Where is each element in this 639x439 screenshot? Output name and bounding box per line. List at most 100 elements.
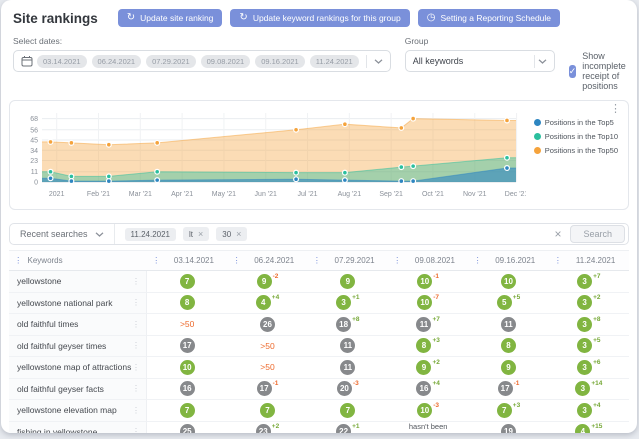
- position-over-50: >50: [260, 341, 274, 351]
- svg-text:Aug '21: Aug '21: [338, 191, 362, 198]
- position-change: +2: [432, 359, 439, 366]
- keyword-label: yellowstone national park: [17, 298, 112, 308]
- group-select[interactable]: All keywords: [405, 50, 555, 72]
- legend-label: Positions in the Top50: [545, 146, 618, 155]
- date-chip[interactable]: 09.16.2021: [255, 55, 305, 68]
- chevron-down-icon: [95, 232, 104, 237]
- rankings-table: ⋮Keywords⋮03.14.2021⋮06.24.2021⋮07.29.20…: [9, 250, 629, 433]
- row-menu-kebab-icon[interactable]: ⋮: [132, 363, 140, 372]
- date-chip[interactable]: 11.24.2021: [310, 55, 359, 68]
- table-row: yellowstone national park⋮84+43+110-75+5…: [9, 293, 629, 315]
- position-badge: 5: [497, 295, 512, 310]
- column-header-date[interactable]: ⋮07.29.2021: [308, 250, 388, 271]
- position-badge: 8: [501, 338, 516, 353]
- row-menu-kebab-icon[interactable]: ⋮: [132, 277, 140, 286]
- svg-text:Mar '21: Mar '21: [129, 191, 152, 198]
- search-chip[interactable]: 11.24.2021: [125, 228, 176, 241]
- table-row: yellowstone⋮79-2910-1103+7: [9, 271, 629, 293]
- positions-chart-panel: 01123344556682021Feb '21Mar '21Apr '21Ma…: [9, 100, 629, 210]
- position-change: +14: [591, 380, 602, 387]
- reporting-schedule-button[interactable]: ◷ Setting a Reporting Schedule: [418, 9, 560, 27]
- button-label: Update keyword rankings for this group: [253, 13, 401, 23]
- update-site-ranking-button[interactable]: ↻ Update site ranking: [118, 9, 223, 27]
- search-button[interactable]: Search: [570, 225, 625, 243]
- position-badge: 16: [180, 381, 195, 396]
- date-selector[interactable]: 03.14.2021 06.24.2021 07.29.2021 09.08.2021…: [13, 50, 391, 72]
- search-chip[interactable]: lt×: [183, 227, 209, 241]
- column-menu-kebab-icon[interactable]: ⋮: [232, 255, 241, 266]
- date-chip[interactable]: 03.14.2021: [37, 55, 87, 68]
- rank-cell: 3+1: [308, 293, 388, 315]
- remove-chip-icon[interactable]: ×: [236, 229, 241, 239]
- incomplete-positions-checkbox[interactable]: ✓ Show incomplete receipt of positions: [569, 51, 632, 91]
- column-header-label: 09.08.2021: [407, 256, 464, 265]
- column-header-keywords[interactable]: ⋮Keywords: [9, 250, 147, 271]
- svg-text:Jun '21: Jun '21: [255, 191, 277, 198]
- row-menu-kebab-icon[interactable]: ⋮: [132, 341, 140, 350]
- svg-text:May '21: May '21: [212, 191, 236, 198]
- position-badge: 23: [256, 424, 271, 433]
- recent-searches-dropdown[interactable]: Recent searches: [10, 224, 115, 244]
- position-badge: 25: [180, 424, 195, 433]
- column-header-date[interactable]: ⋮ 06.24.2021: [227, 250, 307, 271]
- rank-cell: 9: [468, 357, 548, 379]
- column-menu-kebab-icon[interactable]: ⋮: [14, 255, 23, 266]
- legend-label: Positions in the Top5: [545, 118, 614, 127]
- chevron-down-icon[interactable]: [374, 59, 383, 64]
- column-header-label: 03.14.2021: [166, 256, 223, 265]
- column-header-date[interactable]: ⋮09.16.2021: [468, 250, 548, 271]
- position-change: -3: [353, 380, 359, 387]
- position-badge: 10: [501, 274, 516, 289]
- position-badge: 7: [180, 274, 195, 289]
- svg-text:Oct '21: Oct '21: [422, 191, 444, 198]
- legend-item[interactable]: Positions in the Top10: [534, 132, 618, 141]
- row-menu-kebab-icon[interactable]: ⋮: [132, 406, 140, 415]
- rank-cell: 9+2: [388, 357, 468, 379]
- checkbox-checked-icon: ✓: [569, 65, 577, 78]
- rank-cell: 26: [227, 314, 307, 336]
- legend-item[interactable]: Positions in the Top5: [534, 118, 618, 127]
- date-chip[interactable]: 09.08.2021: [201, 55, 251, 68]
- date-chip[interactable]: 07.29.2021: [146, 55, 196, 68]
- position-badge: 7: [260, 403, 275, 418]
- position-badge: 10: [417, 403, 432, 418]
- column-header-label: 06.24.2021: [246, 256, 303, 265]
- column-header-date[interactable]: ⋮ 03.14.2021: [147, 250, 227, 271]
- svg-text:0: 0: [34, 180, 38, 187]
- legend-item[interactable]: Positions in the Top50: [534, 146, 618, 155]
- rank-cell: 18+8: [308, 314, 388, 336]
- column-menu-kebab-icon[interactable]: ⋮: [554, 255, 563, 266]
- column-header-date[interactable]: ⋮ 09.08.2021: [388, 250, 468, 271]
- checkbox-label: Show incomplete receipt of positions: [582, 51, 631, 91]
- update-keyword-rankings-button[interactable]: ↻ Update keyword rankings for this group: [230, 9, 409, 27]
- column-header-date[interactable]: ⋮11.24.2021: [549, 250, 629, 271]
- button-label: Update site ranking: [140, 13, 213, 23]
- position-over-50: >50: [180, 319, 194, 329]
- position-badge: 17: [257, 381, 272, 396]
- position-badge: 3: [577, 274, 592, 289]
- remove-chip-icon[interactable]: ×: [198, 229, 203, 239]
- column-menu-kebab-icon[interactable]: ⋮: [313, 255, 322, 266]
- position-change: -3: [433, 402, 439, 409]
- row-menu-kebab-icon[interactable]: ⋮: [132, 320, 140, 329]
- row-menu-kebab-icon[interactable]: ⋮: [132, 298, 140, 307]
- row-menu-kebab-icon[interactable]: ⋮: [132, 384, 140, 393]
- chart-legend: Positions in the Top5 Positions in the To…: [534, 118, 618, 155]
- chart-menu-kebab-icon[interactable]: ⋮: [610, 102, 621, 115]
- column-menu-kebab-icon[interactable]: ⋮: [473, 255, 482, 266]
- keyword-label: old faithful geyser facts: [17, 384, 104, 394]
- positions-chart: 01123344556682021Feb '21Mar '21Apr '21Ma…: [14, 104, 526, 208]
- date-chip[interactable]: 06.24.2021: [92, 55, 142, 68]
- rank-cell: 4+15: [549, 422, 629, 434]
- legend-dot: [534, 119, 541, 126]
- column-menu-kebab-icon[interactable]: ⋮: [152, 255, 161, 266]
- table-row: fishing in yellowstone⋮2523+222+1hasn't …: [9, 422, 629, 434]
- column-menu-kebab-icon[interactable]: ⋮: [393, 255, 402, 266]
- clear-search-icon[interactable]: ×: [554, 227, 561, 241]
- rank-cell: 7+3: [468, 400, 548, 422]
- keyword-label: fishing in yellowstone: [17, 427, 97, 433]
- rank-cell: 10: [147, 357, 227, 379]
- chevron-down-icon: [538, 59, 547, 64]
- row-menu-kebab-icon[interactable]: ⋮: [132, 427, 140, 433]
- search-chip[interactable]: 30×: [216, 227, 247, 241]
